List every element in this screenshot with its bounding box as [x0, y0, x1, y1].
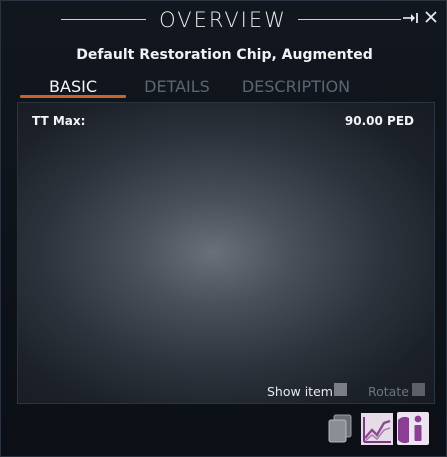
- tt-max-value: 90.00 PED: [344, 114, 414, 128]
- info-icon[interactable]: [397, 412, 429, 445]
- tab-description[interactable]: DESCRIPTION: [237, 75, 355, 99]
- copy-icon[interactable]: [327, 414, 353, 444]
- tt-max-label: TT Max:: [32, 114, 86, 128]
- overview-window: OVERVIEW Default Restoration Chip, Augme…: [0, 0, 447, 457]
- chart-icon[interactable]: [361, 413, 393, 445]
- rotate-label: Rotate: [368, 384, 409, 399]
- show-item-checkbox[interactable]: [334, 383, 347, 396]
- title-bar: OVERVIEW: [1, 7, 447, 33]
- item-name: Default Restoration Chip, Augmented: [76, 47, 373, 63]
- pin-icon[interactable]: [403, 9, 419, 23]
- item-preview-panel: TT Max: 90.00 PED Show item Rotate: [17, 102, 435, 404]
- close-icon[interactable]: [425, 8, 437, 23]
- active-tab-indicator: [20, 95, 126, 98]
- rotate-checkbox[interactable]: [412, 383, 425, 396]
- title-divider-left: [61, 19, 146, 20]
- title-divider-right: [298, 19, 401, 20]
- window-title: OVERVIEW: [159, 8, 287, 32]
- show-item-label: Show item: [267, 384, 333, 399]
- tab-details[interactable]: DETAILS: [139, 75, 215, 99]
